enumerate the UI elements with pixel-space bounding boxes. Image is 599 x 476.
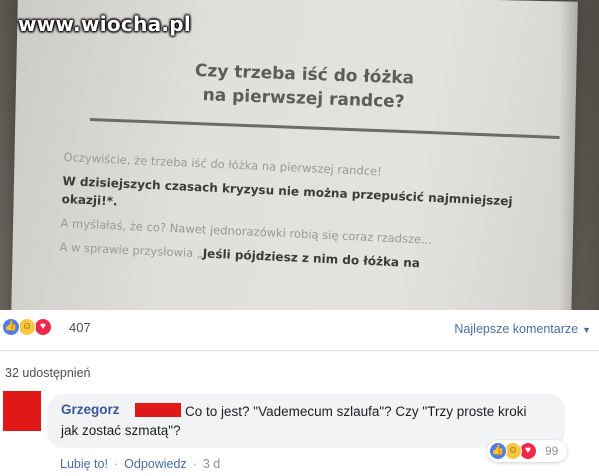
book-body: Oczywiście, że trzeba iść do łóżka na pi… [59, 148, 574, 285]
like-icon[interactable]: 👍 [2, 318, 20, 336]
book-heading: Czy trzeba iść do łóżka na pierwszej ran… [168, 58, 440, 115]
separator-dot: · [192, 457, 197, 471]
comment-timestamp[interactable]: 3 d [203, 457, 220, 471]
share-count[interactable]: 32 udostępnień [5, 366, 91, 380]
reactions-bar: 👍 ☺ ♥ 407 Najlepsze komentarze ▼ [0, 310, 599, 351]
comment-sort-dropdown[interactable]: Najlepsze komentarze ▼ [454, 322, 591, 336]
love-icon[interactable]: ♥ [34, 318, 52, 336]
like-icon: 👍 [489, 442, 507, 460]
comment-reactions[interactable]: 👍 ☺ ♥ 99 [487, 440, 567, 462]
photo-shadow [559, 0, 599, 310]
watermark: www.wiocha.pl [18, 12, 192, 36]
reaction-count[interactable]: 407 [69, 320, 91, 335]
avatar[interactable] [3, 391, 41, 431]
haha-icon[interactable]: ☺ [18, 318, 36, 336]
sort-label: Najlepsze komentarze [454, 322, 579, 336]
book-text-fragment-bold: Jeśli pójdziesz z nim do łóżka na [202, 246, 421, 271]
reply-link[interactable]: Odpowiedz [124, 457, 187, 471]
post-image[interactable]: Czy trzeba iść do łóżka na pierwszej ran… [0, 0, 599, 310]
comment-reaction-count: 99 [545, 444, 559, 458]
comment-actions: Lubię to! · Odpowiedz · 3 d [60, 457, 220, 471]
like-comment-link[interactable]: Lubię to! [60, 457, 108, 471]
comment-text: Co to jest? "Vademecum szlaufa"? Czy "Tr… [61, 404, 527, 438]
caret-down-icon: ▼ [582, 325, 591, 335]
redaction-block [135, 403, 181, 417]
separator-dot: · [113, 457, 119, 471]
comment-author[interactable]: Grzegorz [61, 402, 120, 417]
book-text-fragment: A w sprawie przysłowia „ [59, 239, 204, 261]
